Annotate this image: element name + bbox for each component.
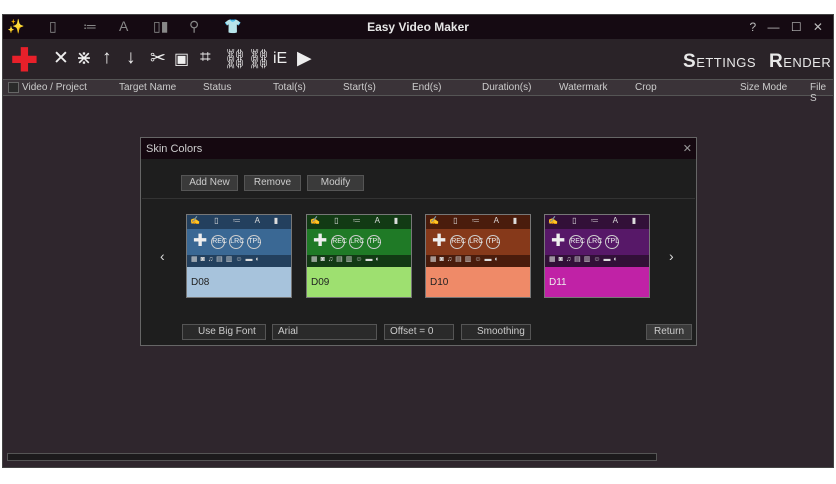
crop-icon[interactable]: ⌗ <box>200 47 211 69</box>
skin-preview-icons: ▦◙♫▤▥☺▬◐ <box>426 255 530 267</box>
remove-button[interactable]: Remove <box>244 175 301 191</box>
skin-label: D08 <box>191 277 210 288</box>
column-header[interactable]: Status <box>203 82 231 93</box>
divider <box>142 198 695 199</box>
skin-label: D11 <box>549 277 567 288</box>
skin-preview-toolbar: ✚ REC LRC TPL <box>545 229 649 255</box>
close-icon[interactable]: ✕ <box>683 142 692 155</box>
table-header: Video / Project Target Name Status Total… <box>3 79 833 104</box>
title-bar: ✨ ▯ ≔ A ▯▮ ⚲ 👕 Easy Video Maker ? — ☐ ✕ <box>3 15 833 39</box>
cut-icon[interactable]: ✂ <box>150 47 166 70</box>
info-icon[interactable]: iE <box>273 50 287 68</box>
settings-button[interactable]: SETTINGS <box>683 51 756 73</box>
move-down-icon[interactable]: ↓ <box>126 47 136 69</box>
font-select[interactable]: Arial <box>272 324 377 340</box>
move-up-icon[interactable]: ↑ <box>102 47 112 69</box>
skin-card[interactable]: ✍ ▯ ≔ A ▮ ✚ REC LRC TPL ▦◙♫▤▥☺▬◐ D08 <box>186 214 292 298</box>
column-header[interactable]: File S <box>810 82 833 104</box>
skin-colors-dialog: Skin Colors ✕ Add New Remove Modify ‹ › … <box>140 137 697 346</box>
column-header[interactable]: Crop <box>635 82 657 93</box>
column-header[interactable]: Target Name <box>119 82 176 93</box>
skin-preview-icons: ▦◙♫▤▥☺▬◐ <box>307 255 411 267</box>
add-new-button[interactable]: Add New <box>181 175 238 191</box>
skin-card[interactable]: ✍ ▯ ≔ A ▮ ✚ REC LRC TPL ▦◙♫▤▥☺▬◐ D09 <box>306 214 412 298</box>
toolbar: ✚ ✕ ⋇ ↑ ↓ ✂ ▣ ⌗ ⛓ ⛓ iE ▶ SETTINGS RENDER <box>3 39 833 79</box>
skin-preview-titlebar: ✍ ▯ ≔ A ▮ <box>545 215 649 229</box>
column-header[interactable]: Video / Project <box>22 82 87 93</box>
column-header[interactable]: Size Mode <box>740 82 787 93</box>
delete-icon[interactable]: ✕ <box>53 47 69 70</box>
image-icon[interactable]: ▣ <box>174 49 189 69</box>
skin-preview-icons: ▦◙♫▤▥☺▬◐ <box>545 255 649 267</box>
link-icon[interactable]: ⛓ <box>223 47 247 71</box>
window-controls[interactable]: ? — ☐ ✕ <box>750 20 828 34</box>
render-button[interactable]: RENDER <box>769 51 831 73</box>
window-title: Easy Video Maker <box>367 20 469 34</box>
select-all-checkbox[interactable] <box>8 82 19 93</box>
return-button[interactable]: Return <box>646 324 692 340</box>
skin-preview-titlebar: ✍ ▯ ≔ A ▮ <box>187 215 291 229</box>
skin-preview-toolbar: ✚ REC LRC TPL <box>307 229 411 255</box>
modify-button[interactable]: Modify <box>307 175 364 191</box>
column-header[interactable]: Duration(s) <box>482 82 531 93</box>
skin-preview-toolbar: ✚ REC LRC TPL <box>426 229 530 255</box>
dialog-title: Skin Colors <box>141 138 696 159</box>
skin-label: D10 <box>430 277 449 288</box>
column-header[interactable]: Start(s) <box>343 82 376 93</box>
play-icon[interactable]: ▶ <box>297 47 312 70</box>
column-header[interactable]: Watermark <box>559 82 608 93</box>
column-header[interactable]: End(s) <box>412 82 441 93</box>
prev-arrow-icon[interactable]: ‹ <box>160 248 165 264</box>
smoothing-toggle[interactable]: Smoothing <box>461 324 531 340</box>
add-icon[interactable]: ✚ <box>11 41 38 79</box>
skin-card[interactable]: ✍ ▯ ≔ A ▮ ✚ REC LRC TPL ▦◙♫▤▥☺▬◐ D11 <box>544 214 650 298</box>
use-big-font-toggle[interactable]: Use Big Font <box>182 324 266 340</box>
horizontal-scrollbar[interactable] <box>7 453 657 461</box>
delete-all-icon[interactable]: ⋇ <box>76 47 92 70</box>
unlink-icon[interactable]: ⛓ <box>247 47 271 71</box>
skin-preview-icons: ▦◙♫▤▥☺▬◐ <box>187 255 291 267</box>
skin-preview-titlebar: ✍ ▯ ≔ A ▮ <box>307 215 411 229</box>
skin-preview-titlebar: ✍ ▯ ≔ A ▮ <box>426 215 530 229</box>
skin-preview-toolbar: ✚ REC LRC TPL <box>187 229 291 255</box>
skin-label: D09 <box>311 277 330 288</box>
next-arrow-icon[interactable]: › <box>669 248 674 264</box>
column-header[interactable]: Total(s) <box>273 82 306 93</box>
offset-select[interactable]: Offset = 0 <box>384 324 454 340</box>
skin-card[interactable]: ✍ ▯ ≔ A ▮ ✚ REC LRC TPL ▦◙♫▤▥☺▬◐ D10 <box>425 214 531 298</box>
